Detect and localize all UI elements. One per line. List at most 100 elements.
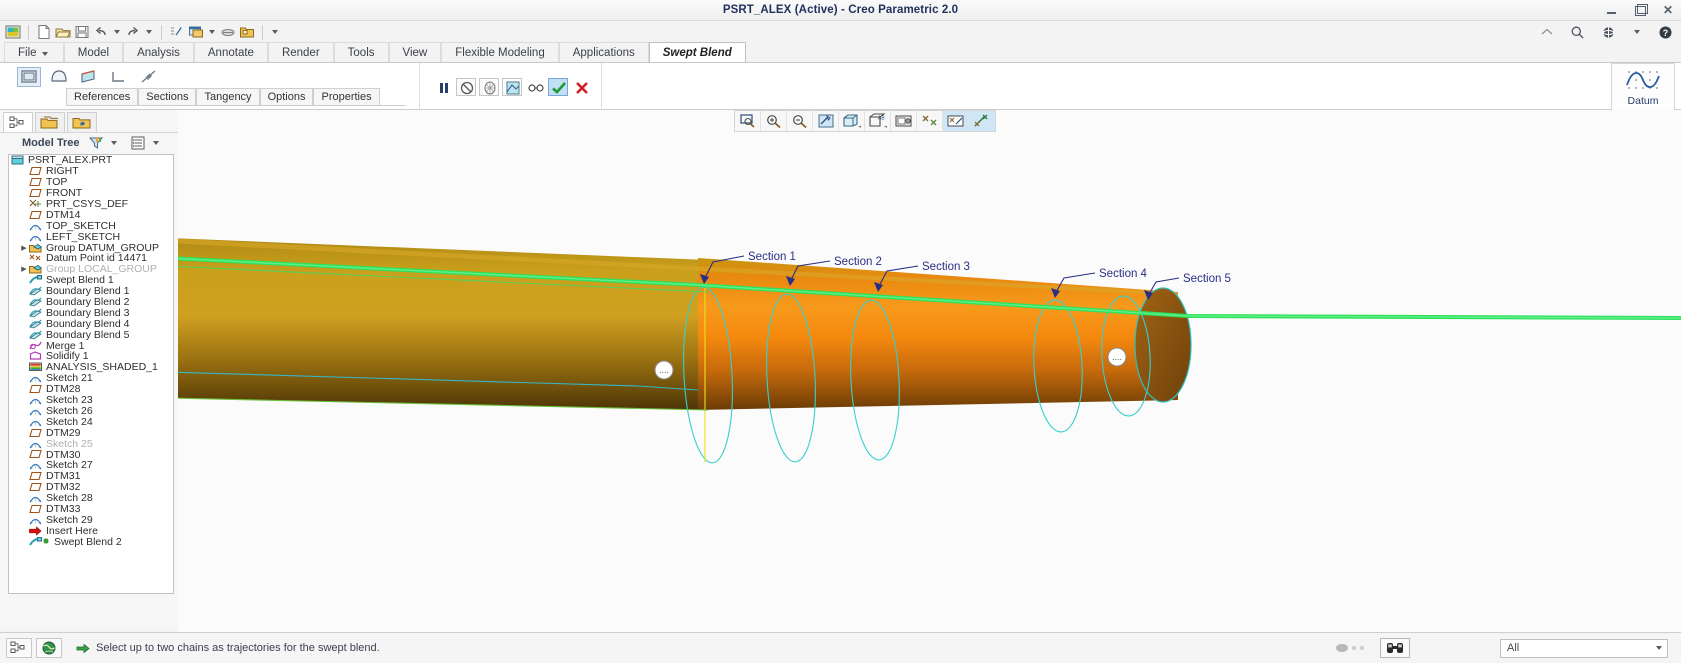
save-icon[interactable] [74,24,90,40]
globe-icon[interactable] [1601,25,1616,40]
no-preview-icon[interactable] [456,77,476,96]
tree-row[interactable]: Sketch 27 [9,459,173,471]
dashboard-tab-tangency[interactable]: Tangency [196,88,260,106]
tree-row[interactable]: Sketch 21 [9,372,173,384]
window-dropdown-icon[interactable] [209,30,215,34]
minimize-button[interactable] [1605,4,1619,17]
tree-row[interactable]: DTM30 [9,449,173,461]
tree-row[interactable]: LEFT_SKETCH [9,231,173,243]
tree-row[interactable]: TOP_SKETCH [9,220,173,232]
model-tree-toggle-icon[interactable] [6,638,32,658]
tree-row[interactable]: RIGHT [9,165,173,177]
settings-dropdown-caret[interactable] [153,140,160,145]
app-logo-icon[interactable] [5,24,21,40]
wireframe-preview-icon[interactable] [479,77,499,96]
browser-toggle-icon[interactable] [36,638,62,658]
collapse-ribbon-icon[interactable] [1540,27,1554,37]
thin-feature-icon[interactable] [138,68,160,86]
model-tree-list[interactable]: PSRT_ALEX.PRT RIGHT TOP FRONT PRT_CSYS_DEF DT… [8,154,174,594]
tree-row[interactable]: Datum Point id 14471 [9,252,173,264]
filter-dropdown-caret[interactable] [111,140,118,145]
surface-icon[interactable] [48,68,70,86]
ribbon-tab-file[interactable]: File [4,42,64,62]
tree-row[interactable]: TOP [9,176,173,188]
solid-icon[interactable] [17,67,41,87]
selection-filter-dropdown[interactable]: All [1500,638,1668,658]
tree-filter-icon[interactable] [88,136,104,150]
favorites-tab[interactable] [67,112,97,132]
tree-row[interactable]: DTM31 [9,470,173,482]
tree-row[interactable]: DTM33 [9,503,173,515]
ribbon-tab-applications[interactable]: Applications [558,42,649,62]
tree-row[interactable]: Swept Blend 2 [9,536,173,548]
window-icon[interactable] [188,24,204,40]
ribbon-tab-tools[interactable]: Tools [333,42,389,62]
undo-dropdown-icon[interactable] [114,30,120,34]
tree-row[interactable]: Sketch 26 [9,405,173,417]
dashboard-tab-options[interactable]: Options [259,88,314,106]
open-icon[interactable] [55,24,71,40]
ribbon-tab-render[interactable]: Render [267,42,334,62]
model-tree-tab[interactable] [3,112,33,132]
thicken-icon[interactable] [78,68,100,86]
ribbon-tab-swept-blend[interactable]: Swept Blend [648,42,746,62]
globe-dropdown-icon[interactable] [1634,30,1640,34]
undo-icon[interactable] [93,24,109,40]
tree-row[interactable]: PRT_CSYS_DEF [9,198,173,210]
find-icon[interactable] [1380,638,1410,658]
tree-row[interactable]: Boundary Blend 3 [9,307,173,319]
selection-filter-caret[interactable] [1656,646,1662,650]
tree-row[interactable]: PSRT_ALEX.PRT [9,155,173,166]
tree-row[interactable]: Swept Blend 1 [9,274,173,286]
cancel-x-icon[interactable] [571,78,591,96]
tree-row[interactable]: FRONT [9,187,173,199]
dashboard-tab-sections[interactable]: Sections [138,88,197,106]
tree-row[interactable]: ▶ Group DATUM_GROUP [9,242,173,254]
tree-row[interactable]: Solidify 1 [9,350,173,362]
redo-icon[interactable] [125,24,141,40]
close-button[interactable]: ✕ [1661,4,1675,17]
pause-icon[interactable] [433,78,453,96]
tree-row[interactable]: DTM29 [9,427,173,439]
model-3d-view[interactable]: .... .... Section 1 Section 2 Section 3 … [178,110,1681,632]
ribbon-tab-annotate[interactable]: Annotate [193,42,268,62]
search-icon[interactable] [1570,25,1585,40]
ribbon-tab-model[interactable]: Model [63,42,124,62]
folder-browser-tab[interactable] [35,112,65,132]
expand-triangle-icon[interactable]: ▶ [19,244,29,252]
shaded-preview-icon[interactable] [502,77,522,96]
tree-row[interactable]: Sketch 29 [9,514,173,526]
tree-row[interactable]: Boundary Blend 4 [9,318,173,330]
open-folder-icon[interactable] [239,24,255,40]
tree-row[interactable]: Merge 1 [9,340,173,352]
tree-row[interactable]: Sketch 25 [9,438,173,450]
ribbon-tab-analysis[interactable]: Analysis [123,42,194,62]
expand-triangle-icon[interactable]: ▶ [19,265,29,273]
tree-row[interactable]: Insert Here [9,525,173,537]
tree-settings-icon[interactable] [130,136,146,150]
tree-row[interactable]: Boundary Blend 5 [9,329,173,341]
redo-dropdown-icon[interactable] [146,30,152,34]
glasses-preview-icon[interactable] [525,78,545,96]
tree-row[interactable]: Boundary Blend 1 [9,285,173,297]
tree-row[interactable]: DTM28 [9,383,173,395]
tree-row[interactable]: Sketch 23 [9,394,173,406]
graphics-window[interactable]: AB .... .... Section 1 Section 2 Section… [178,110,1681,632]
tree-row[interactable]: ▶ Group LOCAL_GROUP [9,263,173,275]
ribbon-tab-flexible-modeling[interactable]: Flexible Modeling [441,42,559,62]
tree-row[interactable]: Sketch 28 [9,492,173,504]
dashboard-tab-references[interactable]: References [66,88,139,106]
ribbon-tab-view[interactable]: View [388,42,442,62]
datum-curve-icon[interactable] [1624,68,1662,94]
tree-row[interactable]: DTM14 [9,209,173,221]
regenerate-icon[interactable] [169,24,185,40]
remove-material-icon[interactable] [108,68,130,86]
dashboard-tab-properties[interactable]: Properties [313,88,380,106]
new-icon[interactable] [36,24,52,40]
ok-check-icon[interactable] [548,77,568,96]
customize-qat-icon[interactable] [272,30,278,34]
tree-row[interactable]: ANALYSIS_SHADED_1 [9,361,173,373]
help-icon[interactable]: ? [1658,25,1673,40]
tree-row[interactable]: Boundary Blend 2 [9,296,173,308]
tree-row[interactable]: Sketch 24 [9,416,173,428]
